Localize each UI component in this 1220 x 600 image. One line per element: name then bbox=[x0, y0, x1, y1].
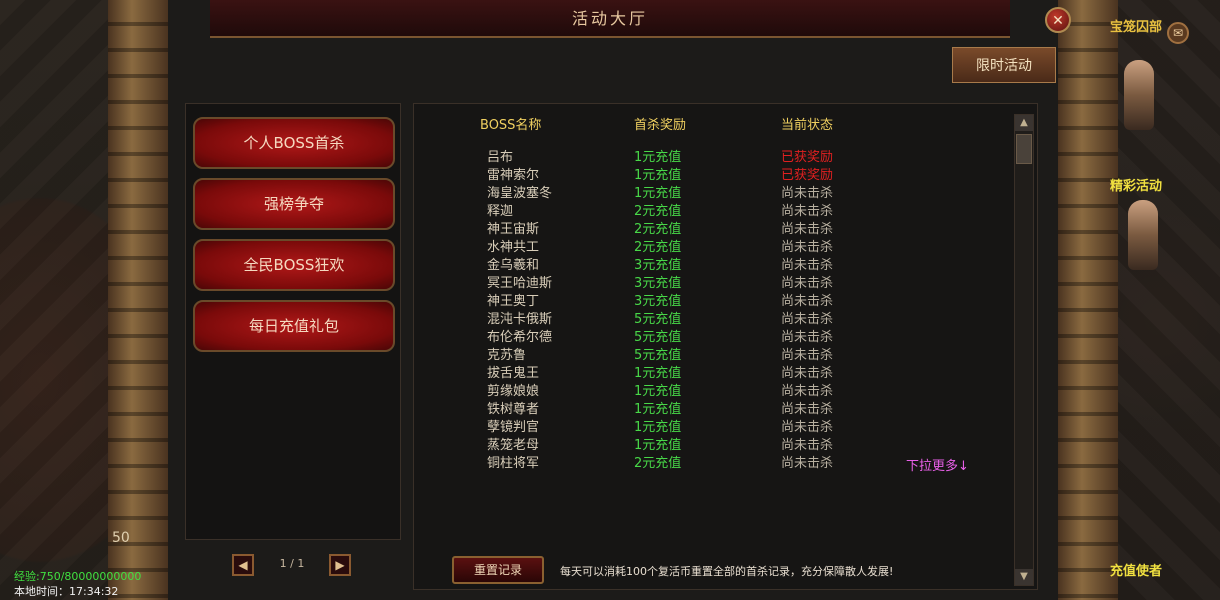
page-indicator: 1 / 1 bbox=[279, 557, 305, 570]
status-cell: 尚未击杀 bbox=[781, 204, 834, 219]
boss-name-cell: 雷神索尔 bbox=[487, 168, 540, 183]
left-dragon-ornament bbox=[108, 0, 168, 600]
reward-cell: 1元充值 bbox=[634, 186, 682, 201]
window-title: 活动大厅 bbox=[571, 9, 648, 28]
boss-name-cell: 金乌羲和 bbox=[487, 258, 540, 273]
npc-label-activity[interactable]: 精彩活动 bbox=[1110, 175, 1162, 194]
reward-cell: 1元充值 bbox=[634, 420, 682, 435]
boss-name-cell: 克苏鲁 bbox=[487, 348, 527, 363]
boss-name-cell: 拔舌鬼王 bbox=[487, 366, 540, 381]
reward-cell: 2元充值 bbox=[634, 240, 682, 255]
scroll-more-hint: 下拉更多↓ bbox=[906, 459, 969, 474]
status-cell: 尚未击杀 bbox=[781, 330, 834, 345]
window-titlebar: 活动大厅 bbox=[210, 0, 1010, 38]
npc-figure-activity[interactable] bbox=[1128, 200, 1158, 270]
status-cell: 尚未击杀 bbox=[781, 312, 834, 327]
status-cell: 已获奖励 bbox=[781, 150, 834, 165]
npc-label-top[interactable]: 宝笼囚部 bbox=[1110, 16, 1162, 35]
reward-cell: 5元充值 bbox=[634, 348, 682, 363]
boss-name-cell: 孽镜判官 bbox=[487, 420, 540, 435]
close-icon[interactable]: ✕ bbox=[1045, 7, 1071, 33]
menu-item-personal-boss-first-kill[interactable]: 个人BOSS首杀 bbox=[193, 117, 395, 169]
reset-description: 每天可以消耗100个复活币重置全部的首杀记录，充分保障散人发展! bbox=[560, 565, 894, 578]
status-cell: 尚未击杀 bbox=[781, 186, 834, 201]
reward-cell: 3元充值 bbox=[634, 276, 682, 291]
status-cell: 尚未击杀 bbox=[781, 402, 834, 417]
boss-name-cell: 海皇波塞冬 bbox=[487, 186, 553, 201]
boss-name-cell: 铜柱将军 bbox=[487, 456, 540, 471]
status-cell: 已获奖励 bbox=[781, 168, 834, 183]
reward-cell: 1元充值 bbox=[634, 438, 682, 453]
mail-icon[interactable]: ✉ bbox=[1167, 22, 1189, 44]
status-cell: 尚未击杀 bbox=[781, 294, 834, 309]
boss-name-cell: 布伦希尔德 bbox=[487, 330, 553, 345]
reward-cell: 1元充值 bbox=[634, 366, 682, 381]
tab-limited-events[interactable]: 限时活动 bbox=[952, 47, 1056, 83]
reward-cell: 1元充值 bbox=[634, 384, 682, 399]
boss-name-cell: 剪缘娘娘 bbox=[487, 384, 540, 399]
boss-name-cell: 冥王哈迪斯 bbox=[487, 276, 553, 291]
reward-cell: 2元充值 bbox=[634, 456, 682, 471]
reward-cell: 5元充值 bbox=[634, 330, 682, 345]
boss-name-cell: 蒸笼老母 bbox=[487, 438, 540, 453]
reward-cell: 3元充值 bbox=[634, 294, 682, 309]
status-cell: 尚未击杀 bbox=[781, 258, 834, 273]
boss-name-cell: 吕布 bbox=[487, 150, 514, 165]
status-cell: 尚未击杀 bbox=[781, 456, 834, 471]
reward-cell: 1元充值 bbox=[634, 402, 682, 417]
column-header-status: 当前状态 bbox=[781, 118, 834, 133]
scroll-down-arrow-icon[interactable]: ▼ bbox=[1015, 569, 1033, 585]
status-cell: 尚未击杀 bbox=[781, 240, 834, 255]
menu-item-rank-contest[interactable]: 强榜争夺 bbox=[193, 178, 395, 230]
menu-item-daily-recharge-gift[interactable]: 每日充值礼包 bbox=[193, 300, 395, 352]
boss-name-cell: 释迦 bbox=[487, 204, 514, 219]
reward-cell: 5元充值 bbox=[634, 312, 682, 327]
status-cell: 尚未击杀 bbox=[781, 276, 834, 291]
boss-name-cell: 铁树尊者 bbox=[487, 402, 540, 417]
scroll-up-arrow-icon[interactable]: ▲ bbox=[1015, 115, 1033, 131]
reward-cell: 2元充值 bbox=[634, 222, 682, 237]
reset-record-button[interactable]: 重置记录 bbox=[452, 556, 544, 584]
reward-cell: 2元充值 bbox=[634, 204, 682, 219]
status-cell: 尚未击杀 bbox=[781, 384, 834, 399]
status-cell: 尚未击杀 bbox=[781, 420, 834, 435]
reward-cell: 3元充值 bbox=[634, 258, 682, 273]
status-cell: 尚未击杀 bbox=[781, 222, 834, 237]
column-header-first-kill-reward: 首杀奖励 bbox=[634, 118, 687, 133]
reward-cell: 1元充值 bbox=[634, 168, 682, 183]
status-cell: 尚未击杀 bbox=[781, 348, 834, 363]
next-page-button[interactable]: ▶ bbox=[329, 554, 351, 576]
status-cell: 尚未击杀 bbox=[781, 366, 834, 381]
column-header-boss-name: BOSS名称 bbox=[480, 118, 542, 133]
level-fragment: 50 bbox=[112, 530, 130, 546]
boss-name-cell: 神王宙斯 bbox=[487, 222, 540, 237]
menu-item-world-boss-carnival[interactable]: 全民BOSS狂欢 bbox=[193, 239, 395, 291]
boss-name-cell: 水神共工 bbox=[487, 240, 540, 255]
reward-cell: 1元充值 bbox=[634, 150, 682, 165]
right-dragon-ornament bbox=[1058, 0, 1118, 600]
boss-name-cell: 混沌卡俄斯 bbox=[487, 312, 553, 327]
local-time: 本地时间：17:34:32 bbox=[14, 585, 119, 598]
table-scrollbar[interactable] bbox=[1014, 114, 1034, 586]
status-cell: 尚未击杀 bbox=[781, 438, 834, 453]
prev-page-button[interactable]: ◀ bbox=[232, 554, 254, 576]
npc-label-recharge[interactable]: 充值使者 bbox=[1110, 560, 1162, 579]
npc-figure-top[interactable] bbox=[1124, 60, 1154, 130]
boss-name-cell: 神王奥丁 bbox=[487, 294, 540, 309]
exp-readout: 经验:750/80000000000 bbox=[14, 570, 142, 583]
scroll-thumb[interactable] bbox=[1016, 134, 1032, 164]
